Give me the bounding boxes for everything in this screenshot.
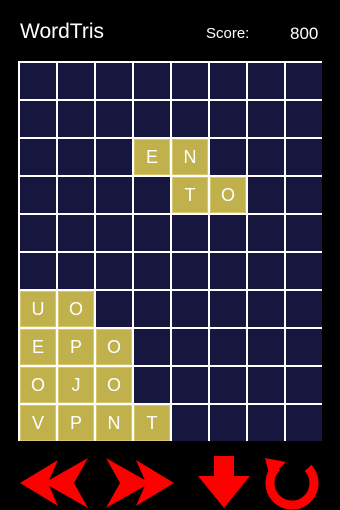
header: WordTris Score: 800 xyxy=(0,0,340,62)
empty-cell xyxy=(248,177,284,213)
empty-cell xyxy=(210,291,246,327)
letter-tile: J xyxy=(58,367,94,403)
rotate-button[interactable] xyxy=(262,454,324,510)
empty-cell xyxy=(58,101,94,137)
empty-cell xyxy=(248,63,284,99)
empty-cell xyxy=(134,177,170,213)
empty-cell xyxy=(20,215,56,251)
empty-cell xyxy=(58,139,94,175)
empty-cell xyxy=(58,253,94,289)
empty-cell xyxy=(96,177,132,213)
empty-cell xyxy=(20,177,56,213)
empty-cell xyxy=(172,215,208,251)
empty-cell xyxy=(172,367,208,403)
empty-cell xyxy=(134,291,170,327)
empty-cell xyxy=(248,253,284,289)
letter-tile: N xyxy=(96,405,132,441)
move-right-button[interactable] xyxy=(104,458,176,508)
empty-cell xyxy=(134,101,170,137)
letter-tile: O xyxy=(58,291,94,327)
letter-tile: T xyxy=(134,405,170,441)
empty-cell xyxy=(248,405,284,441)
letter-tile: N xyxy=(172,139,208,175)
empty-cell xyxy=(58,63,94,99)
arrow-left-icon xyxy=(20,458,88,508)
empty-cell xyxy=(96,215,132,251)
letter-tile: O xyxy=(210,177,246,213)
letter-tile: O xyxy=(96,367,132,403)
empty-cell xyxy=(248,101,284,137)
empty-cell xyxy=(134,63,170,99)
letter-tile: P xyxy=(58,405,94,441)
empty-cell xyxy=(96,253,132,289)
empty-cell xyxy=(172,253,208,289)
move-left-button[interactable] xyxy=(18,458,90,508)
empty-cell xyxy=(96,139,132,175)
empty-cell xyxy=(134,329,170,365)
empty-cell xyxy=(248,139,284,175)
empty-cell xyxy=(248,291,284,327)
empty-cell xyxy=(286,101,322,137)
empty-cell xyxy=(172,329,208,365)
empty-cell xyxy=(172,405,208,441)
empty-cell xyxy=(286,215,322,251)
empty-cell xyxy=(20,139,56,175)
letter-tile: E xyxy=(134,139,170,175)
empty-cell xyxy=(210,253,246,289)
empty-cell xyxy=(134,253,170,289)
empty-cell xyxy=(210,215,246,251)
score-label: Score: xyxy=(206,25,250,42)
empty-cell xyxy=(286,367,322,403)
empty-cell xyxy=(286,329,322,365)
empty-cell xyxy=(248,367,284,403)
empty-cell xyxy=(172,63,208,99)
empty-cell xyxy=(134,367,170,403)
empty-cell xyxy=(172,101,208,137)
empty-cell xyxy=(20,253,56,289)
empty-cell xyxy=(248,329,284,365)
empty-cell xyxy=(20,101,56,137)
empty-cell xyxy=(286,291,322,327)
control-bar xyxy=(0,450,340,510)
empty-cell xyxy=(286,177,322,213)
empty-cell xyxy=(96,63,132,99)
letter-tile: O xyxy=(20,367,56,403)
empty-cell xyxy=(286,405,322,441)
empty-cell xyxy=(286,63,322,99)
letter-tile: V xyxy=(20,405,56,441)
empty-cell xyxy=(58,215,94,251)
empty-cell xyxy=(210,139,246,175)
empty-cell xyxy=(20,63,56,99)
letter-tile: P xyxy=(58,329,94,365)
empty-cell xyxy=(210,367,246,403)
empty-cell xyxy=(210,63,246,99)
empty-cell xyxy=(58,177,94,213)
letter-tile: U xyxy=(20,291,56,327)
letter-tile: T xyxy=(172,177,208,213)
empty-cell xyxy=(210,101,246,137)
letter-tile: O xyxy=(96,329,132,365)
drop-down-button[interactable] xyxy=(198,456,250,508)
empty-cell xyxy=(172,291,208,327)
arrow-right-icon xyxy=(106,458,174,508)
letter-tile: E xyxy=(20,329,56,365)
empty-cell xyxy=(286,139,322,175)
arrow-down-icon xyxy=(198,456,250,508)
empty-cell xyxy=(134,215,170,251)
empty-cell xyxy=(210,405,246,441)
empty-cell xyxy=(248,215,284,251)
empty-cell xyxy=(96,291,132,327)
empty-cell xyxy=(96,101,132,137)
game-board: ENTOUOEPOOJOVPNT xyxy=(18,61,322,441)
score-value: 800 xyxy=(290,24,319,43)
empty-cell xyxy=(286,253,322,289)
empty-cell xyxy=(210,329,246,365)
app-title: WordTris xyxy=(20,20,104,43)
rotate-icon xyxy=(265,458,319,510)
